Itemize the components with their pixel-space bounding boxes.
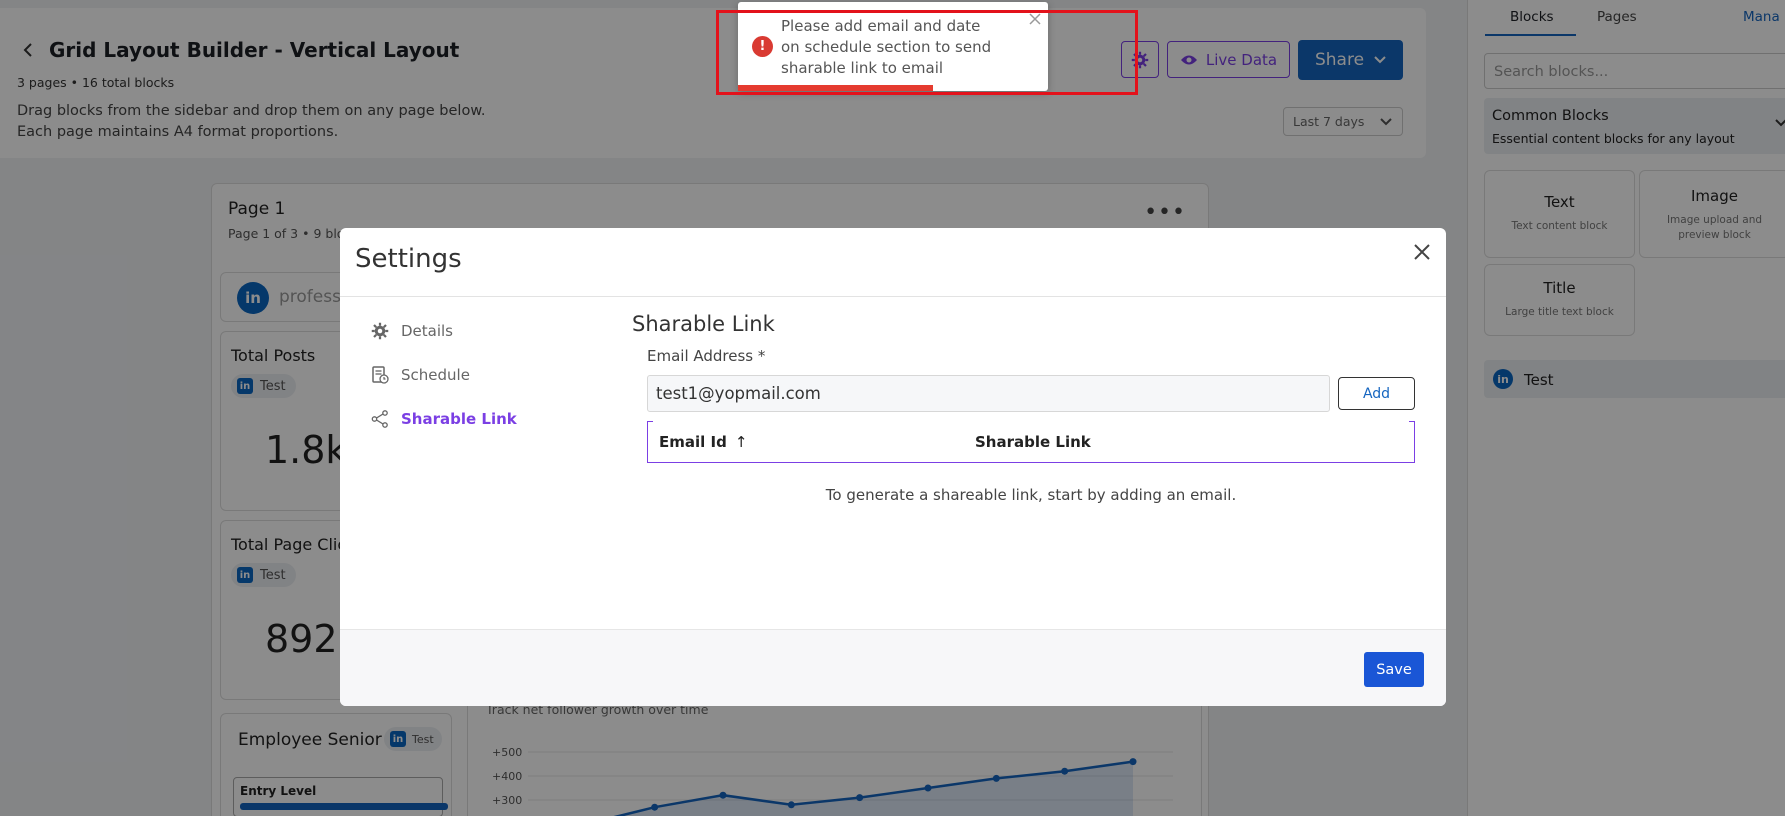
nav-label: Details (401, 321, 454, 340)
column-email-id[interactable]: Email Id ↑ (659, 433, 747, 451)
modal-title: Settings (355, 244, 462, 274)
section-title: Sharable Link (632, 312, 775, 336)
nav-sharable-link[interactable]: Sharable Link (370, 409, 517, 428)
gear-icon (370, 321, 389, 340)
table-header: Email Id ↑ Sharable Link (647, 421, 1415, 463)
empty-table-message: To generate a shareable link, start by a… (825, 486, 1237, 504)
settings-modal: Settings Details Schedule Sharable Link … (340, 228, 1446, 706)
email-field[interactable]: test1@yopmail.com (647, 375, 1330, 412)
share-icon (370, 409, 389, 428)
schedule-icon (370, 365, 389, 384)
modal-footer: Save (340, 629, 1446, 706)
save-button[interactable]: Save (1364, 652, 1424, 687)
column-label: Email Id (659, 433, 727, 451)
nav-label: Sharable Link (401, 409, 517, 428)
nav-schedule[interactable]: Schedule (370, 365, 470, 384)
nav-label: Schedule (401, 365, 470, 384)
column-sharable-link[interactable]: Sharable Link (975, 433, 1091, 451)
sort-arrow-up-icon[interactable]: ↑ (735, 433, 748, 451)
divider (340, 296, 1446, 297)
close-icon[interactable] (1410, 240, 1434, 264)
nav-details[interactable]: Details (370, 321, 453, 340)
highlight-annotation (716, 10, 1138, 95)
add-email-button[interactable]: Add (1338, 377, 1415, 410)
email-label: Email Address * (647, 347, 766, 365)
